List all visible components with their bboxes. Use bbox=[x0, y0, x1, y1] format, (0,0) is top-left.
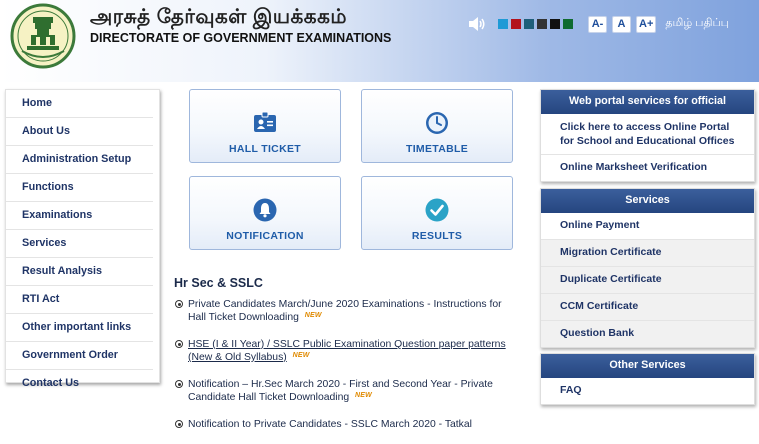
news-item-text[interactable]: Notification – Hr.Sec March 2020 - First… bbox=[188, 379, 493, 403]
nav-item-result-analysis[interactable]: Result Analysis bbox=[6, 258, 153, 286]
nav-item-administration-setup[interactable]: Administration Setup bbox=[6, 146, 153, 174]
nav-item-functions[interactable]: Functions bbox=[6, 174, 153, 202]
online-marksheet-verification-link[interactable]: Online Marksheet Verification bbox=[541, 155, 754, 181]
tamil-nadu-emblem-icon[interactable] bbox=[10, 3, 76, 69]
new-badge: NEW bbox=[292, 352, 310, 359]
services-panel: Services Online Payment Migration Certif… bbox=[540, 188, 755, 348]
font-normal-button[interactable]: A bbox=[612, 15, 631, 33]
id-card-icon bbox=[254, 111, 276, 132]
services-heading: Services bbox=[541, 189, 754, 213]
new-badge: NEW bbox=[355, 392, 372, 399]
tamil-version-link[interactable]: தமிழ் பதிப்பு bbox=[665, 17, 728, 31]
timetable-label: TIMETABLE bbox=[406, 143, 468, 155]
bullet-icon bbox=[175, 420, 183, 428]
bullet-icon bbox=[175, 300, 183, 308]
clock-icon bbox=[426, 112, 448, 134]
font-increase-button[interactable]: A+ bbox=[636, 15, 657, 33]
accessibility-toolbar: A- A A+ தமிழ் பதிப்பு bbox=[468, 14, 729, 34]
nav-item-home[interactable]: Home bbox=[6, 90, 153, 118]
results-label: RESULTS bbox=[411, 230, 463, 242]
news-item-text[interactable]: Notification to Private Candidates - SSL… bbox=[188, 419, 472, 430]
migration-certificate-link[interactable]: Migration Certificate bbox=[541, 240, 754, 267]
duplicate-certificate-link[interactable]: Duplicate Certificate bbox=[541, 267, 754, 294]
bullet-icon bbox=[175, 380, 183, 388]
notification-tile[interactable]: NOTIFICATION bbox=[189, 176, 341, 250]
hall-ticket-tile[interactable]: HALL TICKET bbox=[189, 89, 341, 163]
online-payment-link[interactable]: Online Payment bbox=[541, 213, 754, 240]
nav-item-contact-us[interactable]: Contact Us bbox=[6, 370, 153, 397]
theme-swatch-black[interactable] bbox=[550, 19, 560, 29]
checkmark-icon bbox=[425, 198, 449, 222]
results-tile[interactable]: RESULTS bbox=[361, 176, 513, 250]
bell-icon bbox=[253, 198, 277, 222]
portal-services-heading: Web portal services for official bbox=[541, 90, 754, 114]
theme-swatch-green[interactable] bbox=[563, 19, 573, 29]
site-title-english: DIRECTORATE OF GOVERNMENT EXAMINATIONS bbox=[90, 31, 392, 45]
faq-link[interactable]: FAQ bbox=[541, 378, 754, 404]
news-list: Private Candidates March/June 2020 Exami… bbox=[174, 298, 519, 444]
portal-services-panel: Web portal services for official Click h… bbox=[540, 89, 755, 182]
theme-swatch-teal[interactable] bbox=[524, 19, 534, 29]
bullet-icon bbox=[175, 340, 183, 348]
question-bank-link[interactable]: Question Bank bbox=[541, 321, 754, 347]
site-header: அரசுத் தேர்வுகள் இயக்ககம் DIRECTORATE OF… bbox=[0, 0, 759, 82]
news-item-link[interactable]: HSE (I & II Year) / SSLC Public Examinat… bbox=[188, 339, 506, 363]
news-section-title: Hr Sec & SSLC bbox=[174, 276, 263, 290]
speaker-icon[interactable] bbox=[468, 16, 486, 32]
timetable-tile[interactable]: TIMETABLE bbox=[361, 89, 513, 163]
nav-item-government-order[interactable]: Government Order bbox=[6, 342, 153, 370]
notification-label: NOTIFICATION bbox=[226, 230, 304, 242]
other-services-panel: Other Services FAQ bbox=[540, 353, 755, 405]
online-portal-link[interactable]: Click here to access Online Portal for S… bbox=[541, 114, 754, 155]
new-badge: NEW bbox=[304, 312, 322, 319]
news-item-text[interactable]: Private Candidates March/June 2020 Exami… bbox=[188, 299, 502, 323]
news-item[interactable]: HSE (I & II Year) / SSLC Public Examinat… bbox=[174, 338, 519, 365]
ccm-certificate-link[interactable]: CCM Certificate bbox=[541, 294, 754, 321]
nav-item-services[interactable]: Services bbox=[6, 230, 153, 258]
nav-item-about-us[interactable]: About Us bbox=[6, 118, 153, 146]
news-item[interactable]: Notification to Private Candidates - SSL… bbox=[174, 418, 519, 431]
nav-item-rti-act[interactable]: RTI Act bbox=[6, 286, 153, 314]
nav-item-examinations[interactable]: Examinations bbox=[6, 202, 153, 230]
font-decrease-button[interactable]: A- bbox=[588, 15, 607, 33]
theme-swatch-blue[interactable] bbox=[498, 19, 508, 29]
news-item[interactable]: Private Candidates March/June 2020 Exami… bbox=[174, 298, 519, 325]
other-services-heading: Other Services bbox=[541, 354, 754, 378]
news-item[interactable]: Notification – Hr.Sec March 2020 - First… bbox=[174, 378, 519, 405]
nav-item-other-important-links[interactable]: Other important links bbox=[6, 314, 153, 342]
hall-ticket-label: HALL TICKET bbox=[229, 143, 301, 155]
site-title-tamil: அரசுத் தேர்வுகள் இயக்ககம் bbox=[90, 6, 347, 28]
left-navigation: Home About Us Administration Setup Funct… bbox=[5, 89, 160, 389]
theme-swatch-red[interactable] bbox=[511, 19, 521, 29]
theme-swatch-gray[interactable] bbox=[537, 19, 547, 29]
